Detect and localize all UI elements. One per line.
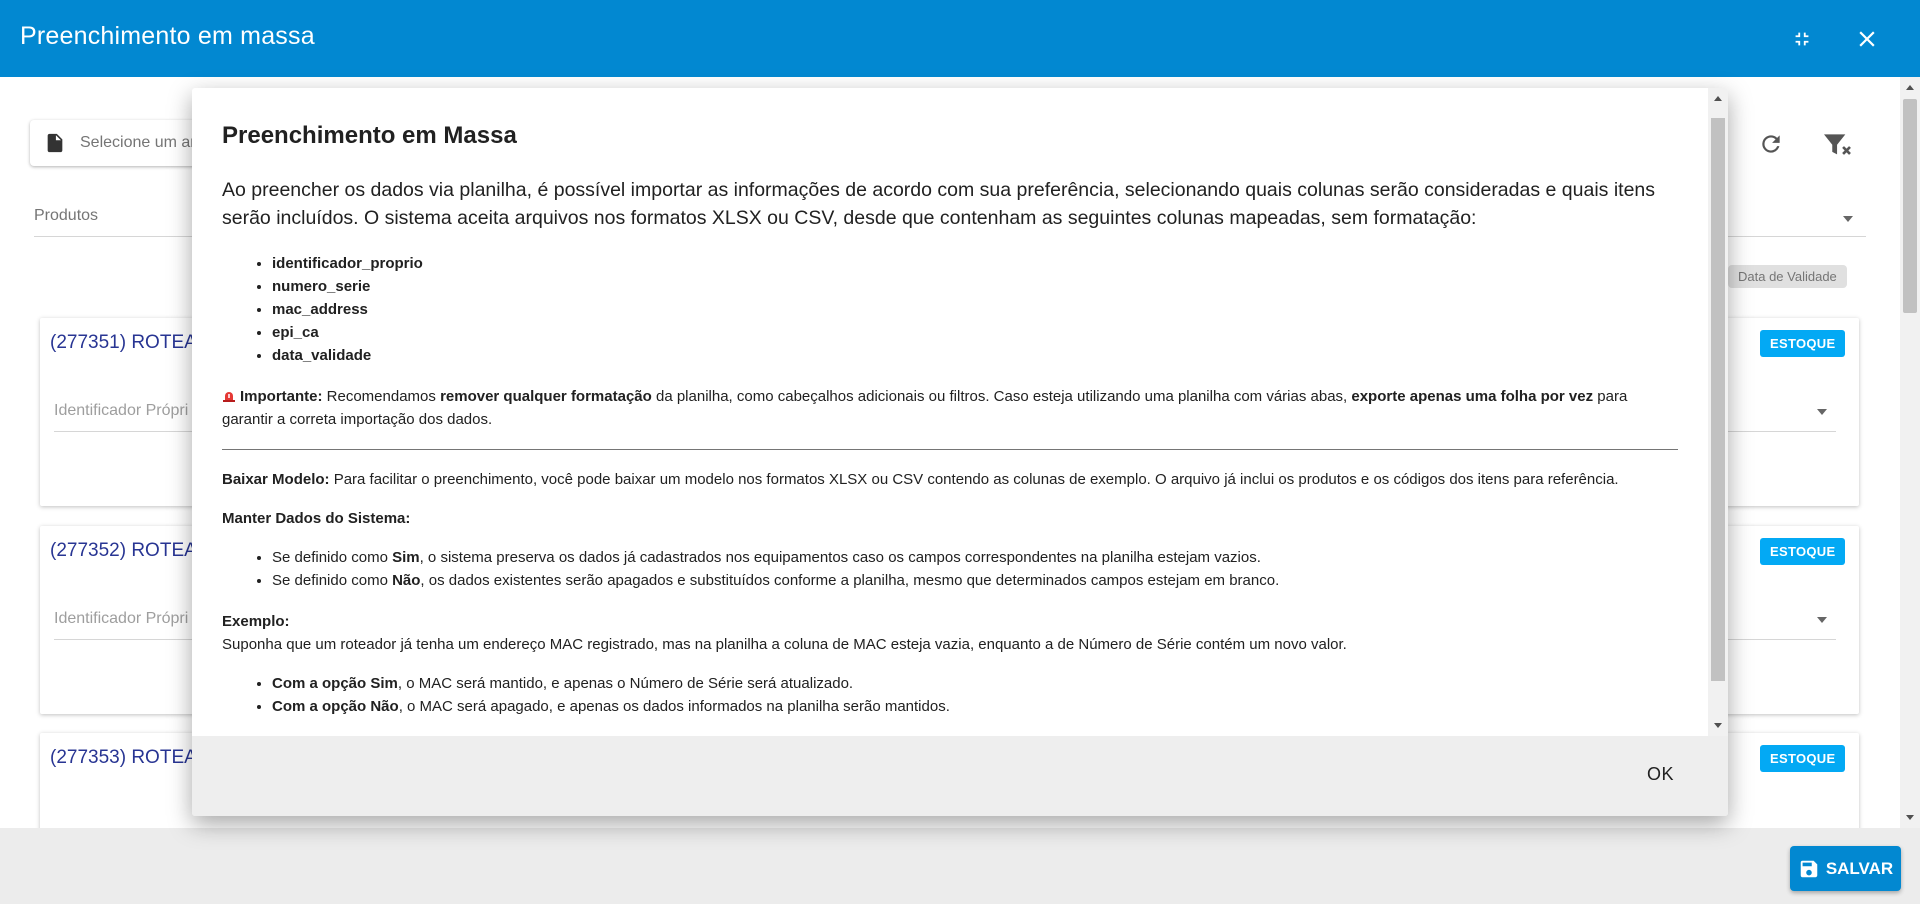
item-text: Se definido como (272, 549, 393, 566)
app-bar: Preenchimento em massa (0, 0, 1920, 77)
file-select-placeholder: Selecione um ar (80, 134, 196, 151)
list-item: data_validade (272, 344, 1678, 367)
item-text: , o MAC será mantido, e apenas o Número … (397, 675, 854, 692)
scroll-down-arrow[interactable] (1714, 723, 1722, 728)
refresh-icon (1762, 135, 1780, 153)
save-label: SALVAR (1825, 858, 1894, 878)
baixar-text: Para facilitar o preenchimento, você pod… (329, 471, 1619, 488)
list-item: Se definido como Não, os dados existente… (272, 569, 1678, 592)
important-text: Recomendamos (322, 388, 441, 405)
dialog-scrollbar[interactable] (1708, 88, 1728, 736)
save-button[interactable]: SALVAR (1790, 846, 1901, 891)
close-button[interactable] (1848, 20, 1886, 58)
manter-label: Manter Dados do Sistema: (222, 510, 411, 527)
scroll-thumb[interactable] (1711, 118, 1725, 681)
list-item: numero_serie (272, 275, 1678, 298)
collapse-button[interactable] (1783, 20, 1821, 58)
exemplo-heading: Exemplo: (222, 610, 1678, 633)
important-note: Importante: Recomendamos remover qualque… (222, 385, 1678, 431)
item-bold: Sim (392, 549, 420, 566)
item-text: , o sistema preserva os dados já cadastr… (419, 549, 1261, 566)
important-bold: exporte apenas uma folha por vez (1351, 388, 1594, 405)
save-icon (1800, 860, 1818, 877)
data-validade-chip[interactable]: Data de Validade (1728, 265, 1847, 288)
dialog-intro: Ao preencher os dados via planilha, é po… (222, 179, 1656, 229)
item-text: Se definido como (272, 572, 393, 589)
list-item: identificador_proprio (272, 252, 1678, 275)
baixar-label: Baixar Modelo: (222, 471, 330, 488)
exemplo-list: Com a opção Sim, o MAC será mantido, e a… (222, 672, 1678, 718)
collapse-icon (1795, 32, 1809, 46)
field-label: Identificador Própri (54, 402, 189, 419)
exemplo-text: Suponha que um roteador já tenha um ende… (222, 636, 1347, 653)
item-bold: Com a opção Não (272, 698, 399, 715)
list-item: mac_address (272, 298, 1678, 321)
important-bold: remover qualquer formatação (440, 388, 652, 405)
product-title[interactable]: (277351) ROTEA (50, 332, 197, 354)
product-title[interactable]: (277352) ROTEA (50, 540, 197, 562)
item-bold: Com a opção Sim (272, 675, 398, 692)
product-title[interactable]: (277353) ROTEA (50, 747, 197, 769)
dialog-title: Preenchimento em Massa (222, 122, 517, 149)
siren-icon (223, 392, 235, 402)
filter-clear-icon (1824, 134, 1851, 155)
exemplo-label: Exemplo: (222, 613, 290, 630)
help-dialog: Preenchimento em Massa Ao preencher os d… (192, 88, 1728, 816)
list-item: epi_ca (272, 321, 1678, 344)
page-title: Preenchimento em massa (20, 22, 315, 50)
status-badge: ESTOQUE (1760, 330, 1846, 357)
important-text: da planilha, como cabeçalhos adicionais … (651, 388, 1352, 405)
dialog-actions: OK (192, 736, 1728, 816)
item-text: , os dados existentes serão apagados e s… (420, 572, 1280, 589)
file-icon (47, 133, 63, 153)
footer-bar (0, 828, 1920, 904)
list-item: Se definido como Sim, o sistema preserva… (272, 546, 1678, 569)
list-item: Com a opção Sim, o MAC será mantido, e a… (272, 672, 1678, 695)
status-badge: ESTOQUE (1760, 538, 1846, 565)
status-badge: ESTOQUE (1760, 745, 1846, 772)
chevron-down-icon (1817, 409, 1827, 415)
scroll-down-arrow[interactable] (1906, 815, 1914, 820)
baixar-modelo-note: Baixar Modelo: Para facilitar o preenchi… (222, 468, 1678, 491)
item-bold: Não (392, 572, 421, 589)
column-list: identificador_proprio numero_serie mac_a… (222, 252, 1678, 367)
list-item: Com a opção Não, o MAC será apagado, e a… (272, 695, 1678, 718)
chevron-down-icon (1843, 216, 1853, 222)
dialog-content: Preenchimento em Massa Ao preencher os d… (192, 88, 1708, 736)
manter-list: Se definido como Sim, o sistema preserva… (222, 546, 1678, 592)
manter-dados-heading: Manter Dados do Sistema: (222, 507, 1678, 530)
scroll-thumb[interactable] (1903, 99, 1917, 313)
refresh-button[interactable] (1758, 131, 1784, 162)
item-text: , o MAC será apagado, e apenas os dados … (398, 698, 950, 715)
chevron-down-icon (1817, 617, 1827, 623)
divider (222, 449, 1678, 450)
important-label: Importante: (240, 388, 323, 405)
page-scrollbar[interactable] (1900, 77, 1920, 828)
produtos-label: Produtos (34, 207, 99, 224)
scroll-up-arrow[interactable] (1714, 96, 1722, 101)
close-icon (1859, 31, 1875, 47)
ok-button[interactable]: OK (1647, 764, 1674, 785)
clear-filter-button[interactable] (1820, 129, 1852, 166)
scroll-up-arrow[interactable] (1906, 85, 1914, 90)
field-label: Identificador Própri (54, 610, 189, 627)
